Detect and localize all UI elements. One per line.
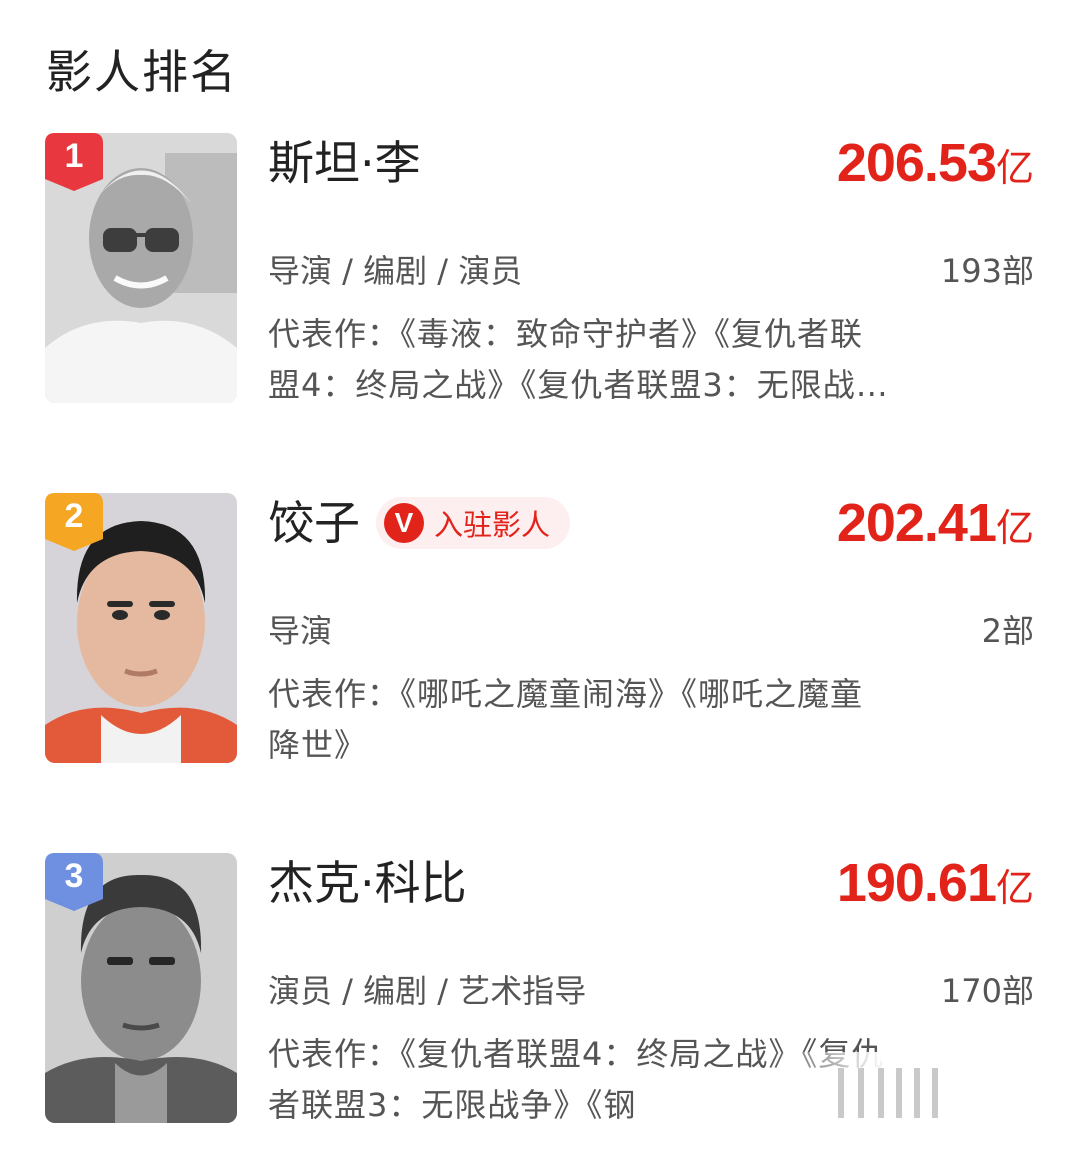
ranking-item-2[interactable]: 2 饺子 V 入驻影人 202.41 亿 导演 2部 代表作：《哪吒之魔童闹海》… — [0, 493, 1080, 793]
person-name[interactable]: 杰克·科比 — [268, 853, 467, 913]
roles: 演员 / 编剧 / 艺术指导 — [268, 972, 587, 1010]
ranking-item-1[interactable]: 1 斯坦·李 206.53 亿 导演 / 编剧 / 演员 193部 代表作：《毒… — [0, 133, 1080, 433]
rank-number: 3 — [64, 857, 84, 895]
box-office-unit: 亿 — [995, 506, 1034, 550]
roles: 导演 / 编剧 / 演员 — [268, 252, 523, 290]
watermark-overlay — [768, 1052, 1038, 1132]
verified-badge: V 入驻影人 — [376, 497, 571, 549]
box-office-unit: 亿 — [995, 146, 1034, 190]
rank-number: 1 — [64, 137, 84, 175]
works-count: 193部 — [940, 252, 1034, 290]
verified-label: 入驻影人 — [434, 508, 551, 542]
box-office-unit: 亿 — [995, 866, 1034, 910]
representative-works: 代表作：《毒液：致命守护者》《复仇者联盟4：终局之战》《复仇者联盟3：无限战争》 — [268, 315, 864, 404]
box-office-value: 202.41 — [836, 493, 997, 553]
person-name[interactable]: 斯坦·李 — [268, 133, 421, 193]
works-count: 170部 — [940, 972, 1034, 1010]
box-office: 202.41 亿 — [837, 493, 1034, 553]
verified-v-icon: V — [384, 503, 424, 543]
box-office-value: 190.61 — [836, 853, 997, 913]
rank-number: 2 — [64, 497, 84, 535]
rank-badge: 3 — [45, 853, 103, 911]
box-office: 206.53 亿 — [837, 133, 1034, 193]
box-office-value: 206.53 — [836, 133, 997, 193]
person-name[interactable]: 饺子 — [268, 493, 360, 553]
works-count: 2部 — [981, 612, 1034, 650]
representative-works: 代表作：《哪吒之魔童闹海》《哪吒之魔童降世》 — [268, 675, 864, 764]
roles: 导演 — [268, 612, 333, 650]
box-office: 190.61 亿 — [837, 853, 1034, 913]
rank-badge: 2 — [45, 493, 103, 551]
page-title: 影人排名 — [46, 45, 238, 99]
rank-badge: 1 — [45, 133, 103, 191]
